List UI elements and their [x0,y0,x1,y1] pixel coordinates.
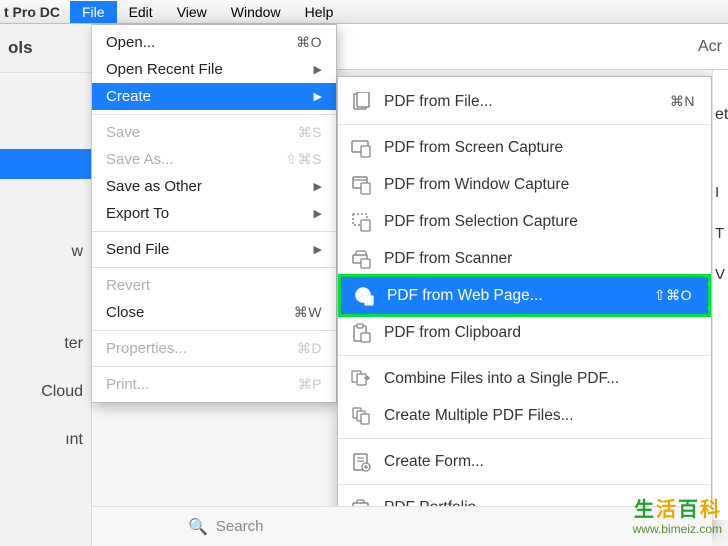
menu-separator [338,124,711,125]
menu-save-as-other[interactable]: Save as Other▶ [92,173,336,200]
sidebar-item[interactable]: w [0,233,91,271]
menu-create[interactable]: Create▶ [92,83,336,110]
create-form[interactable]: Create Form... [338,443,711,480]
search-bar[interactable]: 🔍 Search [92,506,712,546]
menu-view[interactable]: View [165,1,219,23]
menu-export-to[interactable]: Export To▶ [92,200,336,227]
selection-icon [350,211,372,233]
menu-separator [92,114,336,115]
toolbar-right-text: Acr [698,38,722,56]
scanner-icon [350,248,372,270]
create-multiple-pdf[interactable]: Create Multiple PDF Files... [338,397,711,434]
sidebar-header: ols [0,24,91,73]
menu-separator [92,231,336,232]
create-pdf-from-file[interactable]: PDF from File...⌘N [338,83,711,120]
menu-save: Save⌘S [92,119,336,146]
sidebar-selected-item[interactable] [0,149,91,179]
right-panel: et I T V [712,70,728,520]
create-pdf-screen-capture[interactable]: PDF from Screen Capture [338,129,711,166]
create-pdf-selection-capture[interactable]: PDF from Selection Capture [338,203,711,240]
menu-file[interactable]: File [70,1,117,23]
menu-edit[interactable]: Edit [117,1,165,23]
menu-close[interactable]: Close⌘W [92,299,336,326]
menu-separator [92,267,336,268]
search-icon: 🔍 [188,517,208,537]
create-pdf-clipboard[interactable]: PDF from Clipboard [338,314,711,351]
create-pdf-web-page[interactable]: PDF from Web Page...⇧⌘O [338,274,711,317]
menu-print: Print...⌘P [92,371,336,398]
menu-separator [338,484,711,485]
multiple-icon [350,405,372,427]
combine-icon [350,368,372,390]
sidebar: ols w ter Cloud ınt [0,24,92,546]
menu-properties: Properties...⌘D [92,335,336,362]
file-menu-dropdown: Open...⌘O Open Recent File▶ Create▶ Save… [92,24,337,403]
app-title: t Pro DC [0,4,70,20]
create-combine-files[interactable]: Combine Files into a Single PDF... [338,360,711,397]
web-icon [353,285,375,307]
search-placeholder: Search [216,518,264,535]
menu-separator [338,355,711,356]
menu-separator [338,438,711,439]
menu-separator [92,366,336,367]
window-icon [350,174,372,196]
menu-open-recent[interactable]: Open Recent File▶ [92,56,336,83]
right-panel-fragment: et [713,70,728,124]
screen-icon [350,137,372,159]
menu-open[interactable]: Open...⌘O [92,29,336,56]
menu-help[interactable]: Help [293,1,346,23]
menu-save-as: Save As...⇧⌘S [92,146,336,173]
form-icon [350,451,372,473]
watermark: 生活百科 www.bimeiz.com [633,493,722,536]
create-submenu: PDF from File...⌘N PDF from Screen Captu… [337,76,712,533]
create-pdf-scanner[interactable]: PDF from Scanner [338,240,711,277]
create-pdf-window-capture[interactable]: PDF from Window Capture [338,166,711,203]
menubar: t Pro DC File Edit View Window Help [0,0,728,24]
sidebar-item[interactable]: Cloud [0,363,91,411]
menu-window[interactable]: Window [219,1,293,23]
sidebar-item[interactable]: ter [0,325,91,363]
menu-send-file[interactable]: Send File▶ [92,236,336,263]
menu-revert: Revert [92,272,336,299]
menu-separator [92,330,336,331]
file-icon [350,91,372,113]
sidebar-item[interactable]: ınt [0,411,91,459]
clipboard-icon [350,322,372,344]
